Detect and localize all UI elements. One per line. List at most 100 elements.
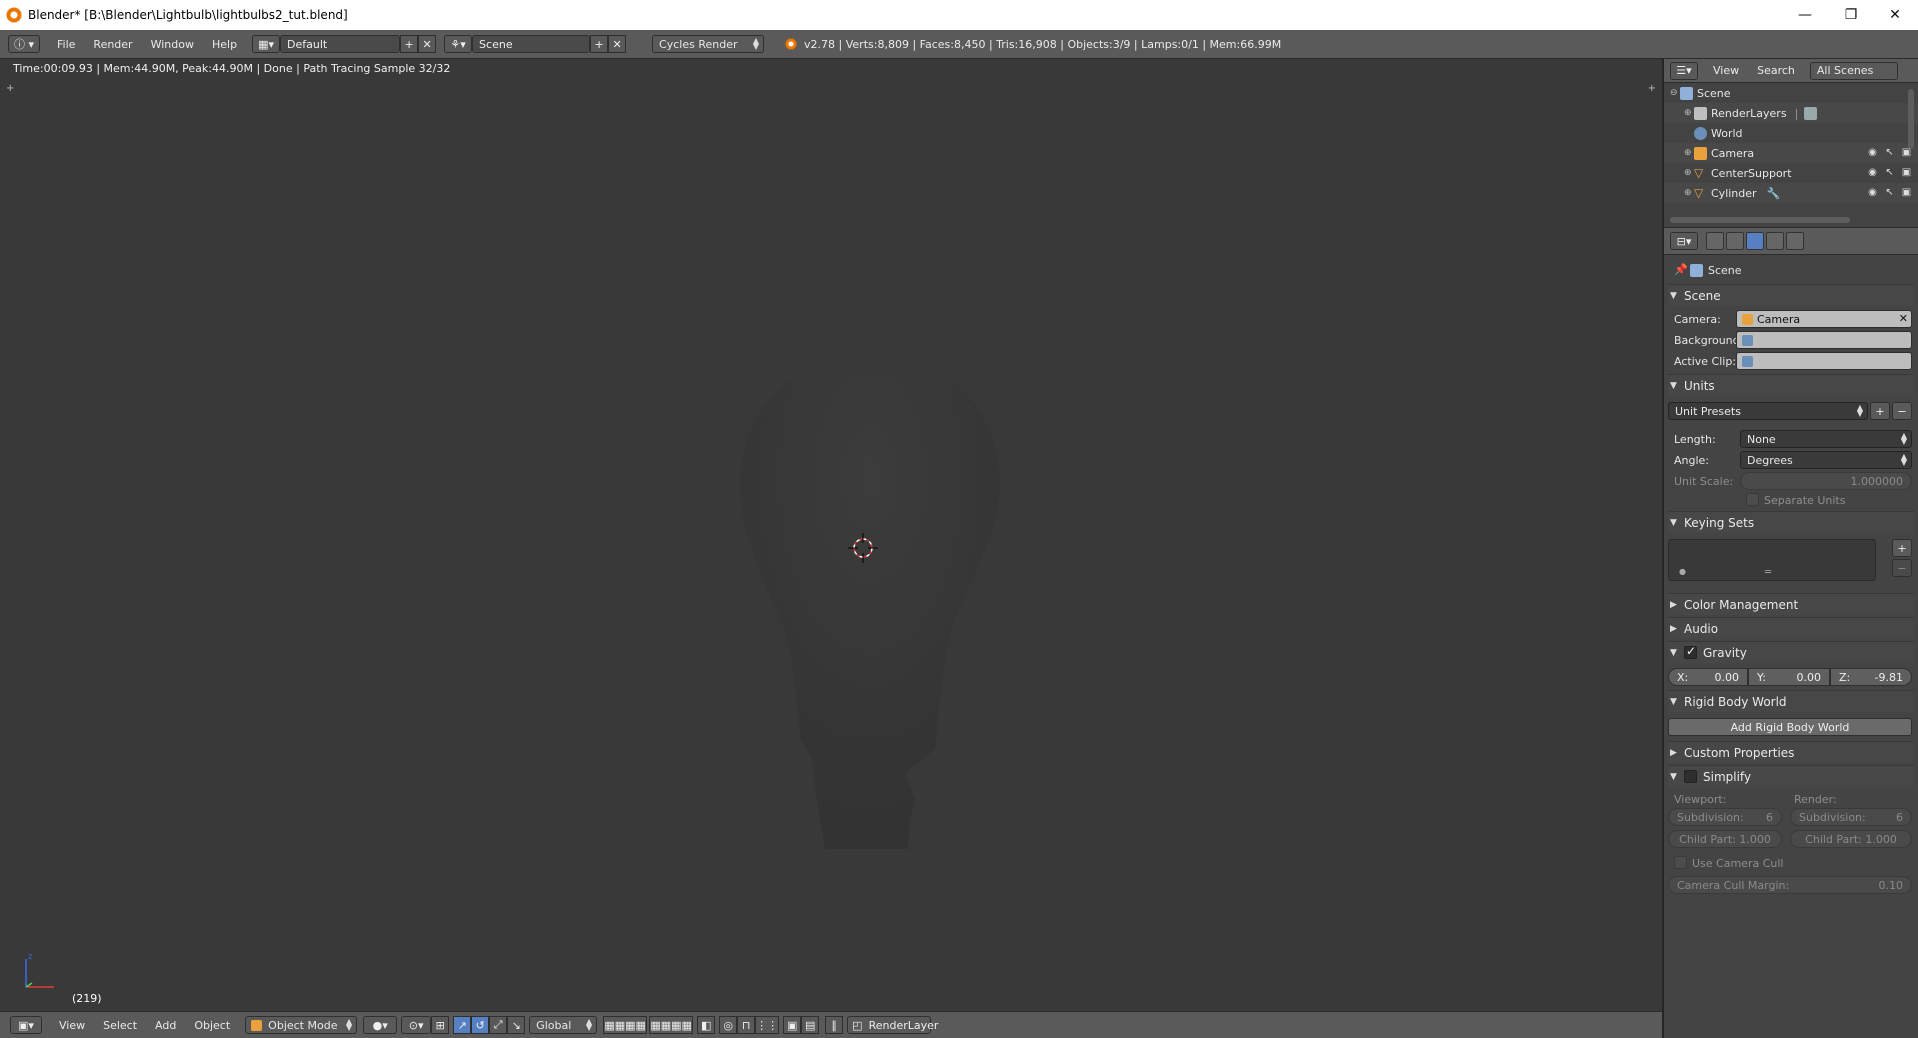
render-subdivision-field[interactable]: Subdivision: 6: [1790, 808, 1912, 826]
angle-dropdown[interactable]: Degrees ▲ ▼: [1740, 451, 1912, 469]
outliner-display-mode-dropdown[interactable]: All Scenes: [1809, 61, 1898, 80]
manipulator-toggle-button[interactable]: ⊞: [431, 1016, 450, 1034]
remove-preset-button[interactable]: −: [1892, 402, 1912, 420]
add-rigid-body-world-button[interactable]: Add Rigid Body World: [1668, 718, 1912, 736]
remove-keying-set-button[interactable]: −: [1892, 559, 1912, 577]
cursor-select-icon[interactable]: ↖: [1884, 147, 1895, 158]
render-layer-pin-button[interactable]: ∥: [825, 1016, 844, 1034]
editor-type-button[interactable]: ⊟▾: [1670, 232, 1698, 250]
menu-help[interactable]: Help: [203, 38, 246, 51]
region-expand-icon[interactable]: +: [1648, 83, 1656, 94]
scene-layers-left[interactable]: ▦▦▦▦: [603, 1016, 648, 1034]
delete-screen-button[interactable]: ✕: [418, 35, 437, 53]
outliner-row-world[interactable]: World: [1664, 123, 1918, 143]
menu-file[interactable]: File: [48, 38, 84, 51]
cursor-select-icon[interactable]: ↖: [1884, 167, 1895, 178]
outliner-h-scrollbar[interactable]: [1670, 217, 1850, 223]
expand-icon[interactable]: ⊕: [1684, 168, 1694, 178]
editor-type-button[interactable]: ☰▾: [1670, 61, 1698, 80]
texture-tab-icon[interactable]: [1786, 232, 1804, 250]
background-field[interactable]: [1736, 331, 1912, 349]
scene-layers-right[interactable]: ▦▦▦▦: [649, 1016, 694, 1034]
minimize-button[interactable]: —: [1782, 0, 1828, 30]
menu-select[interactable]: Select: [94, 1019, 146, 1032]
expand-icon[interactable]: ⊕: [1684, 188, 1694, 198]
gravity-x-field[interactable]: X: 0.00: [1668, 668, 1748, 686]
clear-x-icon[interactable]: ✕: [1899, 312, 1908, 325]
gravity-y-field[interactable]: Y: 0.00: [1748, 668, 1830, 686]
viewport-child-part-field[interactable]: Child Part: 1.000: [1668, 830, 1782, 848]
keying-sets-list[interactable]: ● ═: [1668, 539, 1876, 581]
pivot-point-dropdown[interactable]: ⊙▾: [401, 1016, 432, 1034]
proportional-edit-button[interactable]: ◎: [719, 1016, 738, 1034]
panel-simplify-header[interactable]: ▼ Simplify: [1668, 765, 1914, 787]
panel-audio-header[interactable]: ▶ Audio: [1668, 617, 1914, 639]
use-camera-cull-checkbox[interactable]: [1674, 856, 1687, 869]
transform-orientation-dropdown[interactable]: Global ▲ ▼: [529, 1016, 598, 1034]
eye-icon[interactable]: ◉: [1867, 167, 1878, 178]
panel-color-management-header[interactable]: ▶ Color Management: [1668, 593, 1914, 615]
cursor-select-icon[interactable]: ↖: [1884, 187, 1895, 198]
outliner-row-cylinder[interactable]: ⊕ ▽ Cylinder 🔧 ◉ ↖ ▣: [1664, 183, 1918, 203]
eye-icon[interactable]: ◉: [1867, 147, 1878, 158]
outliner-v-scrollbar[interactable]: [1908, 89, 1914, 149]
render-layers-tab-icon[interactable]: [1726, 232, 1744, 250]
render-engine-dropdown[interactable]: Cycles Render ▲ ▼: [652, 35, 765, 53]
outliner-row-renderlayers[interactable]: ⊕ RenderLayers |: [1664, 103, 1918, 123]
outliner-row-scene[interactable]: ⊖ Scene: [1664, 83, 1918, 103]
screen-layout-menu-button[interactable]: ▦▾: [252, 35, 281, 53]
panel-units-header[interactable]: ▼ Units: [1668, 374, 1914, 396]
menu-view[interactable]: View: [50, 1019, 94, 1032]
render-layer-field[interactable]: ◰ RenderLayer: [847, 1016, 938, 1034]
panel-gravity-header[interactable]: ▼ Gravity: [1668, 641, 1914, 663]
menu-add[interactable]: Add: [146, 1019, 185, 1032]
region-expand-icon[interactable]: +: [6, 83, 14, 94]
render-tab-icon[interactable]: [1706, 232, 1724, 250]
active-clip-field[interactable]: [1736, 352, 1912, 370]
translate-manipulator-button[interactable]: ↗: [453, 1016, 472, 1034]
render-camera-icon[interactable]: ▣: [1901, 167, 1912, 178]
unit-scale-field[interactable]: 1.000000: [1740, 472, 1912, 490]
editor-type-button[interactable]: ▣▾: [10, 1016, 42, 1034]
add-scene-button[interactable]: +: [590, 35, 609, 53]
camera-cull-margin-field[interactable]: Camera Cull Margin: 0.10: [1668, 876, 1912, 894]
menu-object[interactable]: Object: [185, 1019, 239, 1032]
outliner-row-centersupport[interactable]: ⊕ ▽ CenterSupport ◉ ↖ ▣: [1664, 163, 1918, 183]
expand-icon[interactable]: ⊕: [1684, 108, 1694, 118]
pin-icon[interactable]: 📌: [1674, 263, 1688, 276]
add-keying-set-button[interactable]: +: [1892, 539, 1912, 557]
expand-icon[interactable]: ⊕: [1684, 148, 1694, 158]
panel-keying-sets-header[interactable]: ▼ Keying Sets: [1668, 511, 1914, 533]
viewport-shading-dropdown[interactable]: ●▾: [363, 1016, 398, 1034]
delete-scene-button[interactable]: ✕: [608, 35, 627, 53]
length-dropdown[interactable]: None ▲ ▼: [1740, 430, 1912, 448]
render-child-part-field[interactable]: Child Part: 1.000: [1790, 830, 1912, 848]
rotate-manipulator-button[interactable]: ↺: [471, 1016, 490, 1034]
outliner-menu-search[interactable]: Search: [1748, 64, 1804, 77]
panel-scene-header[interactable]: ▼ Scene: [1668, 284, 1914, 306]
menu-window[interactable]: Window: [142, 38, 203, 51]
add-screen-button[interactable]: +: [400, 35, 419, 53]
close-button[interactable]: ✕: [1872, 0, 1918, 30]
add-preset-button[interactable]: +: [1870, 402, 1890, 420]
separate-units-checkbox[interactable]: [1746, 493, 1759, 506]
resize-grip-icon[interactable]: ═: [1765, 567, 1771, 578]
camera-field[interactable]: Camera ✕: [1736, 310, 1912, 328]
menu-render[interactable]: Render: [84, 38, 141, 51]
scene-menu-button[interactable]: ⚘▾: [444, 35, 473, 53]
outliner-menu-view[interactable]: View: [1704, 64, 1748, 77]
interaction-mode-dropdown[interactable]: Object Mode ▲ ▼: [245, 1016, 358, 1034]
lock-camera-button[interactable]: ◧: [697, 1016, 716, 1034]
scale-manipulator-button[interactable]: ⤢: [489, 1016, 508, 1034]
world-tab-icon[interactable]: [1766, 232, 1784, 250]
scene-field[interactable]: Scene: [472, 35, 591, 53]
3d-viewport[interactable]: Time:00:09.93 | Mem:44.90M, Peak:44.90M …: [0, 59, 1662, 1011]
gravity-z-field[interactable]: Z: -9.81: [1830, 668, 1912, 686]
panel-rigid-body-world-header[interactable]: ▼ Rigid Body World: [1668, 690, 1914, 712]
outliner-row-camera[interactable]: ⊕ Camera ◉ ↖ ▣: [1664, 143, 1918, 163]
collapse-icon[interactable]: ⊖: [1670, 88, 1680, 98]
screen-layout-field[interactable]: Default: [280, 35, 401, 53]
editor-type-button[interactable]: ⓘ ▾: [8, 35, 40, 53]
opengl-render-button[interactable]: ▣: [783, 1016, 802, 1034]
snap-element-dropdown[interactable]: ⋮⋮: [755, 1016, 780, 1034]
